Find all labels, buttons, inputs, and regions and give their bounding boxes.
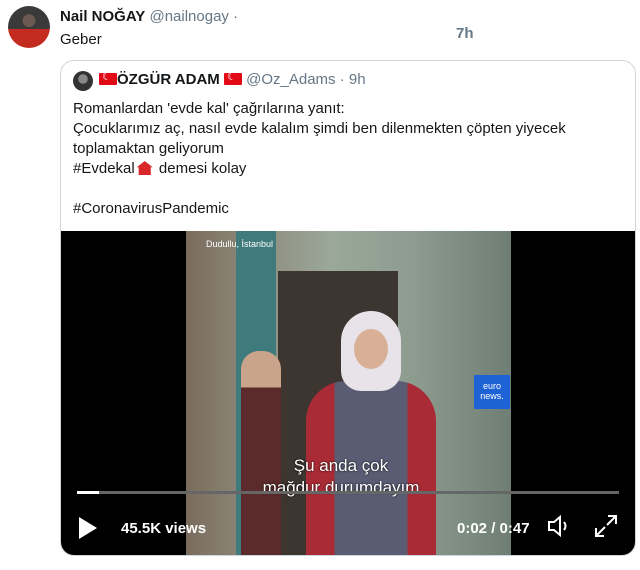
subtitle-line-2: mağdur durumdayım [262,478,420,497]
hashtag-line-1: #Evdekal demesi kolay [73,159,623,179]
quoted-tweet-card[interactable]: ÖZGÜR ADAM @Oz_Adams · 9h Romanlardan 'e… [60,60,636,556]
quoted-author-name: ÖZGÜR ADAM [117,71,220,88]
fullscreen-icon[interactable] [593,513,619,544]
quoted-author-avatar [73,71,93,91]
hashtag-evdekal[interactable]: #Evdekal [73,160,135,177]
separator-dot: · [233,8,239,25]
tweet-time[interactable]: 7h [456,25,474,42]
video-time: 0:02 / 0:47 [457,520,530,537]
subtitle-line-1: Şu anda çok [293,456,389,475]
video-controls: 45.5K views 0:02 / 0:47 [61,503,635,555]
turkish-flag-icon [223,70,242,85]
house-emoji-icon [136,161,153,175]
video-progress-fill [77,491,99,494]
tweet-text: Geber [60,31,102,48]
location-label: Dudullu, İstanbul [206,239,274,249]
separator-dot: · [339,71,345,88]
turkish-flag-icon [99,70,117,85]
view-count: 45.5K views [121,520,207,537]
quoted-tweet-text: Romanlardan 'evde kal' çağrılarına yanıt… [73,99,623,219]
face [354,329,388,369]
euronews-logo: euro news. [474,375,510,409]
tweet-actions [60,560,620,570]
quoted-line-1: Romanlardan 'evde kal' çağrılarına yanıt… [73,100,345,117]
quoted-line-2: Çocuklarımız aç, nasıl evde kalalım şimd… [73,120,566,157]
volume-icon[interactable] [547,514,573,541]
quoted-tweet-time: 9h [348,71,366,88]
quoted-tweet-header: ÖZGÜR ADAM @Oz_Adams · 9h [99,70,366,88]
hashtag-coronavirus[interactable]: #CoronavirusPandemic [73,199,623,219]
author-handle[interactable]: @nailnogay [149,8,228,25]
tweet-header: Nail NOĞAY @nailnogay · 7h [60,8,474,42]
video-progress-bar[interactable] [77,491,619,494]
author-name[interactable]: Nail NOĞAY [60,8,145,25]
hashtag-suffix: demesi kolay [158,160,247,177]
author-avatar[interactable] [8,6,50,48]
video-player[interactable]: Dudullu, İstanbul euro news. Şu anda çok… [61,231,635,555]
play-icon[interactable] [79,517,97,539]
quoted-author-handle: @Oz_Adams [246,71,336,88]
